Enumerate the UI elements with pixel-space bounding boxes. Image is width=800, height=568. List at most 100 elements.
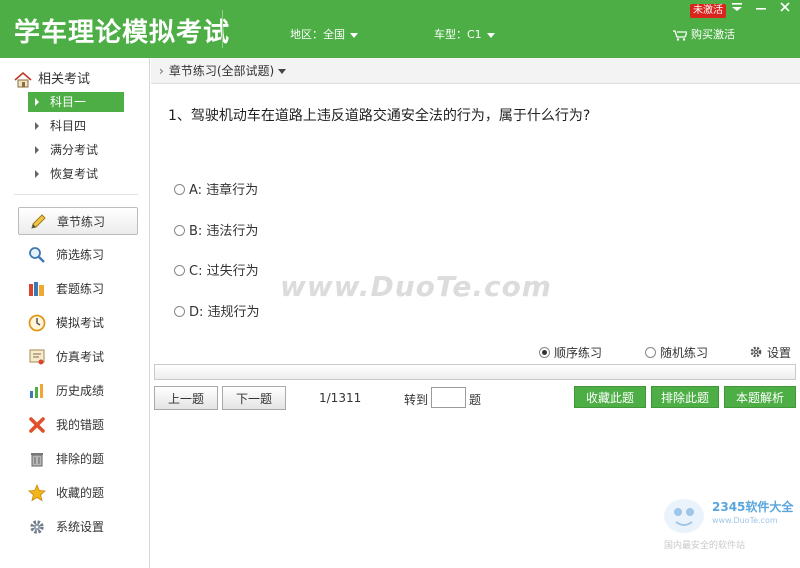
radio-icon: [539, 347, 550, 358]
minimize-icon[interactable]: [752, 1, 770, 17]
menu-icon[interactable]: [728, 1, 746, 17]
title-divider: [222, 10, 223, 48]
radio-icon: [174, 265, 185, 276]
certificate-icon: [29, 349, 45, 365]
previous-question-button[interactable]: 上一题: [154, 386, 218, 410]
option-c[interactable]: C: 过失行为: [174, 260, 259, 279]
sidebar-item-label: 恢复考试: [50, 167, 99, 181]
menu-label: 套题练习: [56, 282, 105, 296]
sequential-label: 顺序练习: [554, 346, 603, 360]
magnifier-icon: [29, 247, 45, 263]
inactive-badge: 未激活: [690, 4, 726, 18]
sidebar-item-subject-one[interactable]: 科目一: [28, 92, 124, 112]
logo-line1: 2345软件大全: [712, 500, 794, 514]
menu-label: 排除的题: [56, 452, 105, 466]
menu-set-practice[interactable]: 套题练习: [18, 275, 138, 303]
menu-label: 收藏的题: [56, 486, 105, 500]
option-a[interactable]: A: 违章行为: [174, 179, 258, 198]
next-question-button[interactable]: 下一题: [222, 386, 286, 410]
chevron-right-icon: [35, 170, 39, 178]
gear-icon: [750, 346, 762, 358]
option-label: A: 违章行为: [189, 183, 259, 198]
question-text: 1、驾驶机动车在道路上违反道路交通安全法的行为，属于什么行为?: [168, 108, 591, 124]
sidebar-item-label: 科目一: [50, 95, 87, 109]
sidebar-item-restore-exam[interactable]: 恢复考试: [28, 164, 124, 184]
sidebar-item-label: 满分考试: [50, 143, 99, 157]
house-icon: [14, 71, 32, 87]
chevron-down-icon: [486, 32, 495, 38]
related-exams-label: 相关考试: [38, 72, 91, 87]
option-d[interactable]: D: 违规行为: [174, 301, 260, 320]
exclude-question-button[interactable]: 排除此题: [651, 386, 719, 408]
trash-icon: [31, 453, 43, 467]
breadcrumb-label: 章节练习(全部试题): [168, 64, 275, 78]
menu-mock-exam[interactable]: 模拟考试: [18, 309, 138, 337]
chevron-right-icon: [35, 146, 39, 154]
breadcrumb-chapter-dropdown[interactable]: › 章节练习(全部试题): [151, 58, 800, 84]
cartype-dropdown[interactable]: 车型：C1: [434, 26, 495, 42]
option-label: D: 违规行为: [189, 305, 260, 320]
option-b[interactable]: B: 违法行为: [174, 220, 258, 239]
menu-filter-practice[interactable]: 筛选练习: [18, 241, 138, 269]
chevron-right-icon: ›: [159, 64, 164, 78]
menu-label: 我的错题: [56, 418, 105, 432]
question-analysis-button[interactable]: 本题解析: [724, 386, 796, 408]
buy-activate-button[interactable]: 购买激活: [673, 26, 735, 42]
sequential-practice-radio[interactable]: 顺序练习: [539, 344, 602, 361]
bar-chart-icon: [30, 384, 43, 398]
region-label: 地区：全国: [290, 28, 345, 41]
related-exams-header[interactable]: 相关考试: [14, 68, 90, 88]
option-label: B: 违法行为: [189, 224, 259, 239]
cross-icon: [29, 417, 45, 433]
menu-system-settings[interactable]: 系统设置: [18, 513, 138, 541]
radio-icon: [174, 306, 185, 317]
settings-button[interactable]: 设置: [749, 344, 791, 361]
menu-label: 系统设置: [56, 520, 105, 534]
watermark: www.DuoTe.com: [280, 270, 552, 303]
question-counter: 1/1311: [319, 391, 362, 405]
region-dropdown[interactable]: 地区：全国: [290, 26, 358, 42]
progress-bar: [154, 364, 796, 380]
menu-label: 仿真考试: [56, 350, 105, 364]
mascot-icon: [664, 499, 704, 533]
menu-my-wrong-questions[interactable]: 我的错题: [18, 411, 138, 439]
sidebar-item-subject-four[interactable]: 科目四: [28, 116, 124, 136]
goto-label: 转到: [404, 393, 429, 407]
books-icon: [29, 282, 44, 296]
clock-icon: [28, 314, 46, 332]
sidebar-divider: [14, 194, 138, 195]
radio-icon: [174, 184, 185, 195]
buy-label: 购买激活: [691, 28, 735, 41]
random-label: 随机练习: [660, 346, 709, 360]
radio-icon: [645, 347, 656, 358]
menu-favorite-questions[interactable]: 收藏的题: [18, 479, 138, 507]
sidebar: 相关考试 科目一 科目四 满分考试 恢复考试 章节练习 筛选练习 套题练习 模拟…: [0, 58, 150, 568]
chevron-right-icon: [35, 98, 39, 106]
random-practice-radio[interactable]: 随机练习: [645, 344, 708, 361]
sidebar-item-label: 科目四: [50, 119, 87, 133]
menu-excluded-questions[interactable]: 排除的题: [18, 445, 138, 473]
radio-icon: [174, 225, 185, 236]
favorite-question-button[interactable]: 收藏此题: [574, 386, 646, 408]
option-label: C: 过失行为: [189, 264, 259, 279]
corner-watermark-logo: 2345软件大全 www.DuoTe.com 国内最安全的软件站: [660, 492, 800, 562]
gear-icon: [30, 520, 44, 534]
menu-label: 模拟考试: [56, 316, 105, 330]
chevron-down-icon: [278, 69, 287, 74]
menu-label: 章节练习: [57, 215, 106, 229]
goto-unit: 题: [469, 393, 482, 407]
app-title: 学车理论模拟考试: [14, 18, 231, 48]
sidebar-item-full-score-exam[interactable]: 满分考试: [28, 140, 124, 160]
goto-input[interactable]: [431, 387, 466, 408]
cart-icon: [673, 29, 687, 41]
title-bar: 学车理论模拟考试 地区：全国 车型：C1 未激活 购买激活: [0, 0, 800, 58]
menu-simulation-exam[interactable]: 仿真考试: [18, 343, 138, 371]
menu-history-scores[interactable]: 历史成绩: [18, 377, 138, 405]
logo-line2: www.DuoTe.com: [712, 516, 778, 525]
pencil-icon: [31, 214, 46, 229]
close-icon[interactable]: [776, 1, 794, 17]
chevron-right-icon: [35, 122, 39, 130]
settings-label: 设置: [767, 346, 792, 360]
chevron-down-icon: [350, 32, 358, 38]
menu-chapter-practice[interactable]: 章节练习: [18, 207, 138, 235]
